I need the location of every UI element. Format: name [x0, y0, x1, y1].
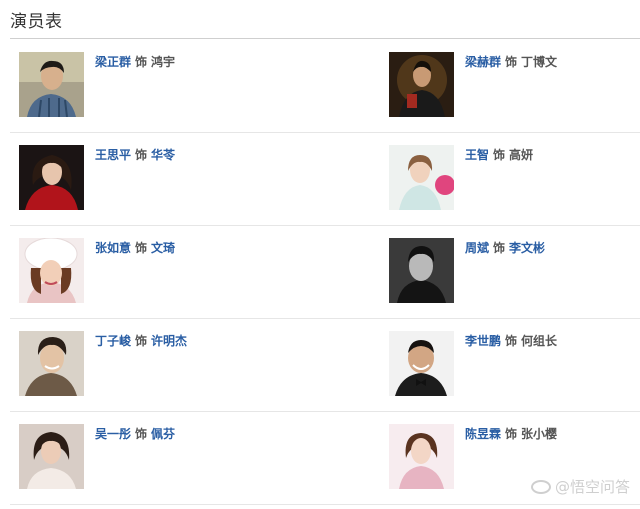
- role-name: 高妍: [509, 148, 534, 162]
- cast-text: 王智饰高妍: [465, 146, 533, 163]
- cast-row: 丁子峻饰许明杰 李世鹏饰何组长: [10, 318, 640, 412]
- cast-item: 周斌饰李文彬: [380, 225, 640, 318]
- watermark: @悟空问答: [530, 476, 630, 497]
- cast-text: 梁正群饰鸿宇: [95, 53, 175, 70]
- cast-item: 王思平饰华苓: [10, 132, 310, 225]
- actor-name-link[interactable]: 丁子峻: [95, 334, 131, 348]
- as-label: 饰: [505, 427, 518, 441]
- cast-item: 吴一彤饰佩芬: [10, 411, 310, 504]
- cast-text: 陈昱霖饰张小樱: [465, 425, 557, 442]
- as-label: 饰: [493, 148, 506, 162]
- actor-photo-man-smiling[interactable]: [19, 331, 84, 396]
- cast-text: 吴一彤饰佩芬: [95, 425, 175, 442]
- chat-bubble-icon: [530, 479, 551, 494]
- role-name: 张小樱: [521, 427, 558, 441]
- actor-photo-man-dark-stage[interactable]: [389, 52, 454, 117]
- cast-text: 周斌饰李文彬: [465, 239, 545, 256]
- actor-name-link[interactable]: 梁正群: [95, 55, 131, 69]
- cast-text: 李世鹏饰何组长: [465, 332, 557, 349]
- actor-name-link[interactable]: 梁赫群: [465, 55, 501, 69]
- cast-item: 李世鹏饰何组长: [380, 318, 640, 411]
- actor-photo-man-bowtie[interactable]: [389, 331, 454, 396]
- role-name-link[interactable]: 李文彬: [509, 241, 545, 255]
- actor-name-link[interactable]: 王思平: [95, 148, 131, 162]
- cast-item: 梁赫群饰丁博文: [380, 39, 640, 132]
- cast-item: 王智饰高妍: [380, 132, 640, 225]
- actor-name-link[interactable]: 吴一彤: [95, 427, 131, 441]
- cast-row: 张如意饰文琦 周斌饰李文彬: [10, 225, 640, 319]
- actor-photo-man-plaid-shirt[interactable]: [19, 52, 84, 117]
- actor-name-link[interactable]: 张如意: [95, 241, 131, 255]
- as-label: 饰: [493, 241, 506, 255]
- role-name: 鸿宇: [151, 55, 176, 69]
- cast-row: 王思平饰华苓 王智饰高妍: [10, 132, 640, 226]
- as-label: 饰: [135, 334, 148, 348]
- watermark-text: @悟空问答: [554, 478, 630, 496]
- cast-row: 梁正群饰鸿宇 梁赫群饰丁博文: [10, 39, 640, 133]
- cast-text: 张如意饰文琦: [95, 239, 175, 256]
- actor-name-link[interactable]: 周斌: [465, 241, 489, 255]
- as-label: 饰: [135, 148, 148, 162]
- as-label: 饰: [135, 55, 148, 69]
- role-name-link[interactable]: 佩芬: [151, 427, 175, 441]
- page-title: 演员表: [10, 12, 63, 32]
- actor-name-link[interactable]: 李世鹏: [465, 334, 501, 348]
- actor-photo-woman-balloon[interactable]: [389, 145, 454, 210]
- actor-photo-man-bw-portrait[interactable]: [389, 238, 454, 303]
- role-name-link[interactable]: 许明杰: [151, 334, 187, 348]
- as-label: 饰: [505, 334, 518, 348]
- as-label: 饰: [135, 241, 148, 255]
- role-name-link[interactable]: 文琦: [151, 241, 175, 255]
- cast-item: 张如意饰文琦: [10, 225, 310, 318]
- role-name: 丁博文: [521, 55, 558, 69]
- actor-photo-woman-fur-hat[interactable]: [19, 238, 84, 303]
- actor-photo-woman-white-top[interactable]: [19, 424, 84, 489]
- role-name-link[interactable]: 华苓: [151, 148, 175, 162]
- cast-item: 梁正群饰鸿宇: [10, 39, 310, 132]
- cast-text: 梁赫群饰丁博文: [465, 53, 557, 70]
- cast-item: 丁子峻饰许明杰: [10, 318, 310, 411]
- actor-photo-woman-red-dress[interactable]: [19, 145, 84, 210]
- cast-text: 王思平饰华苓: [95, 146, 175, 163]
- actor-name-link[interactable]: 陈昱霖: [465, 427, 501, 441]
- role-name: 何组长: [521, 334, 558, 348]
- as-label: 饰: [505, 55, 518, 69]
- actor-name-link[interactable]: 王智: [465, 148, 489, 162]
- cast-text: 丁子峻饰许明杰: [95, 332, 187, 349]
- actor-photo-woman-pink-dress[interactable]: [389, 424, 454, 489]
- as-label: 饰: [135, 427, 148, 441]
